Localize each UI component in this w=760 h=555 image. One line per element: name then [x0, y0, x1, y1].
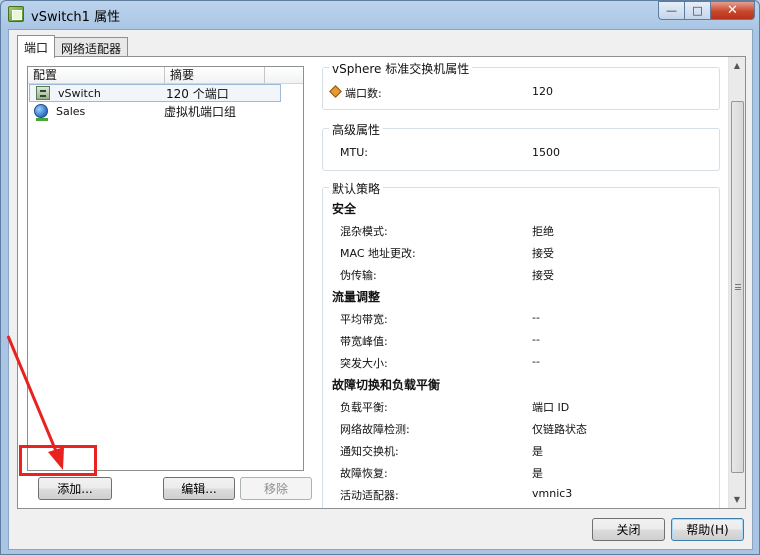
column-header-configuration[interactable]: 配置 — [28, 67, 165, 83]
properties-scrollbar[interactable]: ▲ ▼ — [728, 57, 745, 508]
add-button[interactable]: 添加... — [38, 477, 112, 500]
list-item-vswitch[interactable]: vSwitch 120 个端口 — [29, 84, 281, 102]
list-item-summary: 虚拟机端口组 — [164, 104, 237, 119]
policy-row: 突发大小: -- — [340, 355, 540, 370]
list-item-name: vSwitch — [58, 86, 101, 100]
port-group-icon — [34, 104, 48, 121]
scrollbar-thumb[interactable] — [731, 101, 744, 473]
column-header-summary[interactable]: 摘要 — [165, 67, 265, 83]
failover-heading: 故障切换和负载平衡 — [332, 378, 441, 392]
remove-button[interactable]: 移除 — [240, 477, 312, 500]
vswitch-app-icon — [8, 6, 24, 22]
annotation-highlight-box — [19, 445, 97, 476]
security-heading: 安全 — [332, 202, 357, 216]
switch-icon — [36, 86, 50, 100]
standard-switch-properties-group: vSphere 标准交换机属性 端口数: 120 — [322, 60, 720, 110]
window-controls: — □ ✕ — [658, 1, 755, 20]
mtu-label: MTU: — [340, 146, 368, 159]
help-button[interactable]: 帮助(H) — [671, 518, 744, 541]
scroll-up-icon[interactable]: ▲ — [729, 57, 745, 74]
maximize-button[interactable]: □ — [684, 1, 711, 20]
list-item-name: Sales — [56, 104, 86, 118]
policy-row: 活动适配器: vmnic3 — [340, 487, 573, 502]
scroll-down-icon[interactable]: ▼ — [729, 491, 745, 508]
edit-button[interactable]: 编辑... — [163, 477, 235, 500]
list-item-summary: 120 个端口 — [166, 86, 229, 101]
close-button[interactable]: 关闭 — [592, 518, 665, 541]
close-window-button[interactable]: ✕ — [710, 1, 755, 20]
ports-value: 120 — [532, 85, 553, 98]
window-title: vSwitch1 属性 — [31, 10, 121, 25]
group-title: 默认策略 — [329, 180, 384, 197]
tab-network-adapters[interactable]: 网络适配器 — [54, 37, 129, 58]
policy-row: 故障恢复: 是 — [340, 467, 543, 480]
properties-window: vSwitch1 属性 — □ ✕ 端口 网络适配器 配置 摘要 vSwitch… — [0, 0, 760, 555]
tab-ports[interactable]: 端口 — [17, 35, 56, 58]
mtu-value: 1500 — [532, 146, 560, 159]
configuration-list[interactable]: 配置 摘要 vSwitch 120 个端口 Sales 虚拟机端口组 — [27, 66, 304, 471]
traffic-shaping-heading: 流量调整 — [332, 290, 381, 304]
policy-row: 网络故障检测: 仅链路状态 — [340, 423, 587, 436]
ports-label: 端口数: — [345, 87, 382, 100]
policy-row: 伪传输: 接受 — [340, 269, 554, 282]
column-header-empty — [265, 67, 303, 83]
list-item-sales[interactable]: Sales 虚拟机端口组 — [28, 102, 303, 121]
list-header: 配置 摘要 — [28, 67, 303, 84]
group-title: vSphere 标准交换机属性 — [329, 60, 473, 77]
dialog-client: 端口 网络适配器 配置 摘要 vSwitch 120 个端口 Sales 虚拟机… — [8, 29, 753, 550]
ports-icon — [329, 85, 342, 98]
policy-row: 负载平衡: 端口 ID — [340, 401, 570, 414]
default-policy-group: 默认策略 安全 混杂模式: 拒绝 MAC 地址更改: 接受 伪传输: 接受 流量 — [322, 180, 720, 508]
minimize-button[interactable]: — — [658, 1, 685, 20]
ports-tab-page: 配置 摘要 vSwitch 120 个端口 Sales 虚拟机端口组 添加...… — [17, 56, 746, 509]
grip-icon — [735, 284, 741, 290]
properties-panel: vSphere 标准交换机属性 端口数: 120 高级属性 MTU: 1500 — [318, 57, 746, 508]
policy-row: 平均带宽: -- — [340, 311, 540, 326]
policy-row: MAC 地址更改: 接受 — [340, 247, 554, 260]
policy-row: 通知交换机: 是 — [340, 445, 543, 458]
group-title: 高级属性 — [329, 121, 384, 138]
advanced-properties-group: 高级属性 MTU: 1500 — [322, 121, 720, 171]
tab-strip: 端口 网络适配器 — [17, 35, 129, 58]
title-bar[interactable]: vSwitch1 属性 — □ ✕ — [1, 1, 759, 29]
policy-row: 混杂模式: 拒绝 — [340, 225, 554, 238]
policy-row: 带宽峰值: -- — [340, 333, 540, 348]
